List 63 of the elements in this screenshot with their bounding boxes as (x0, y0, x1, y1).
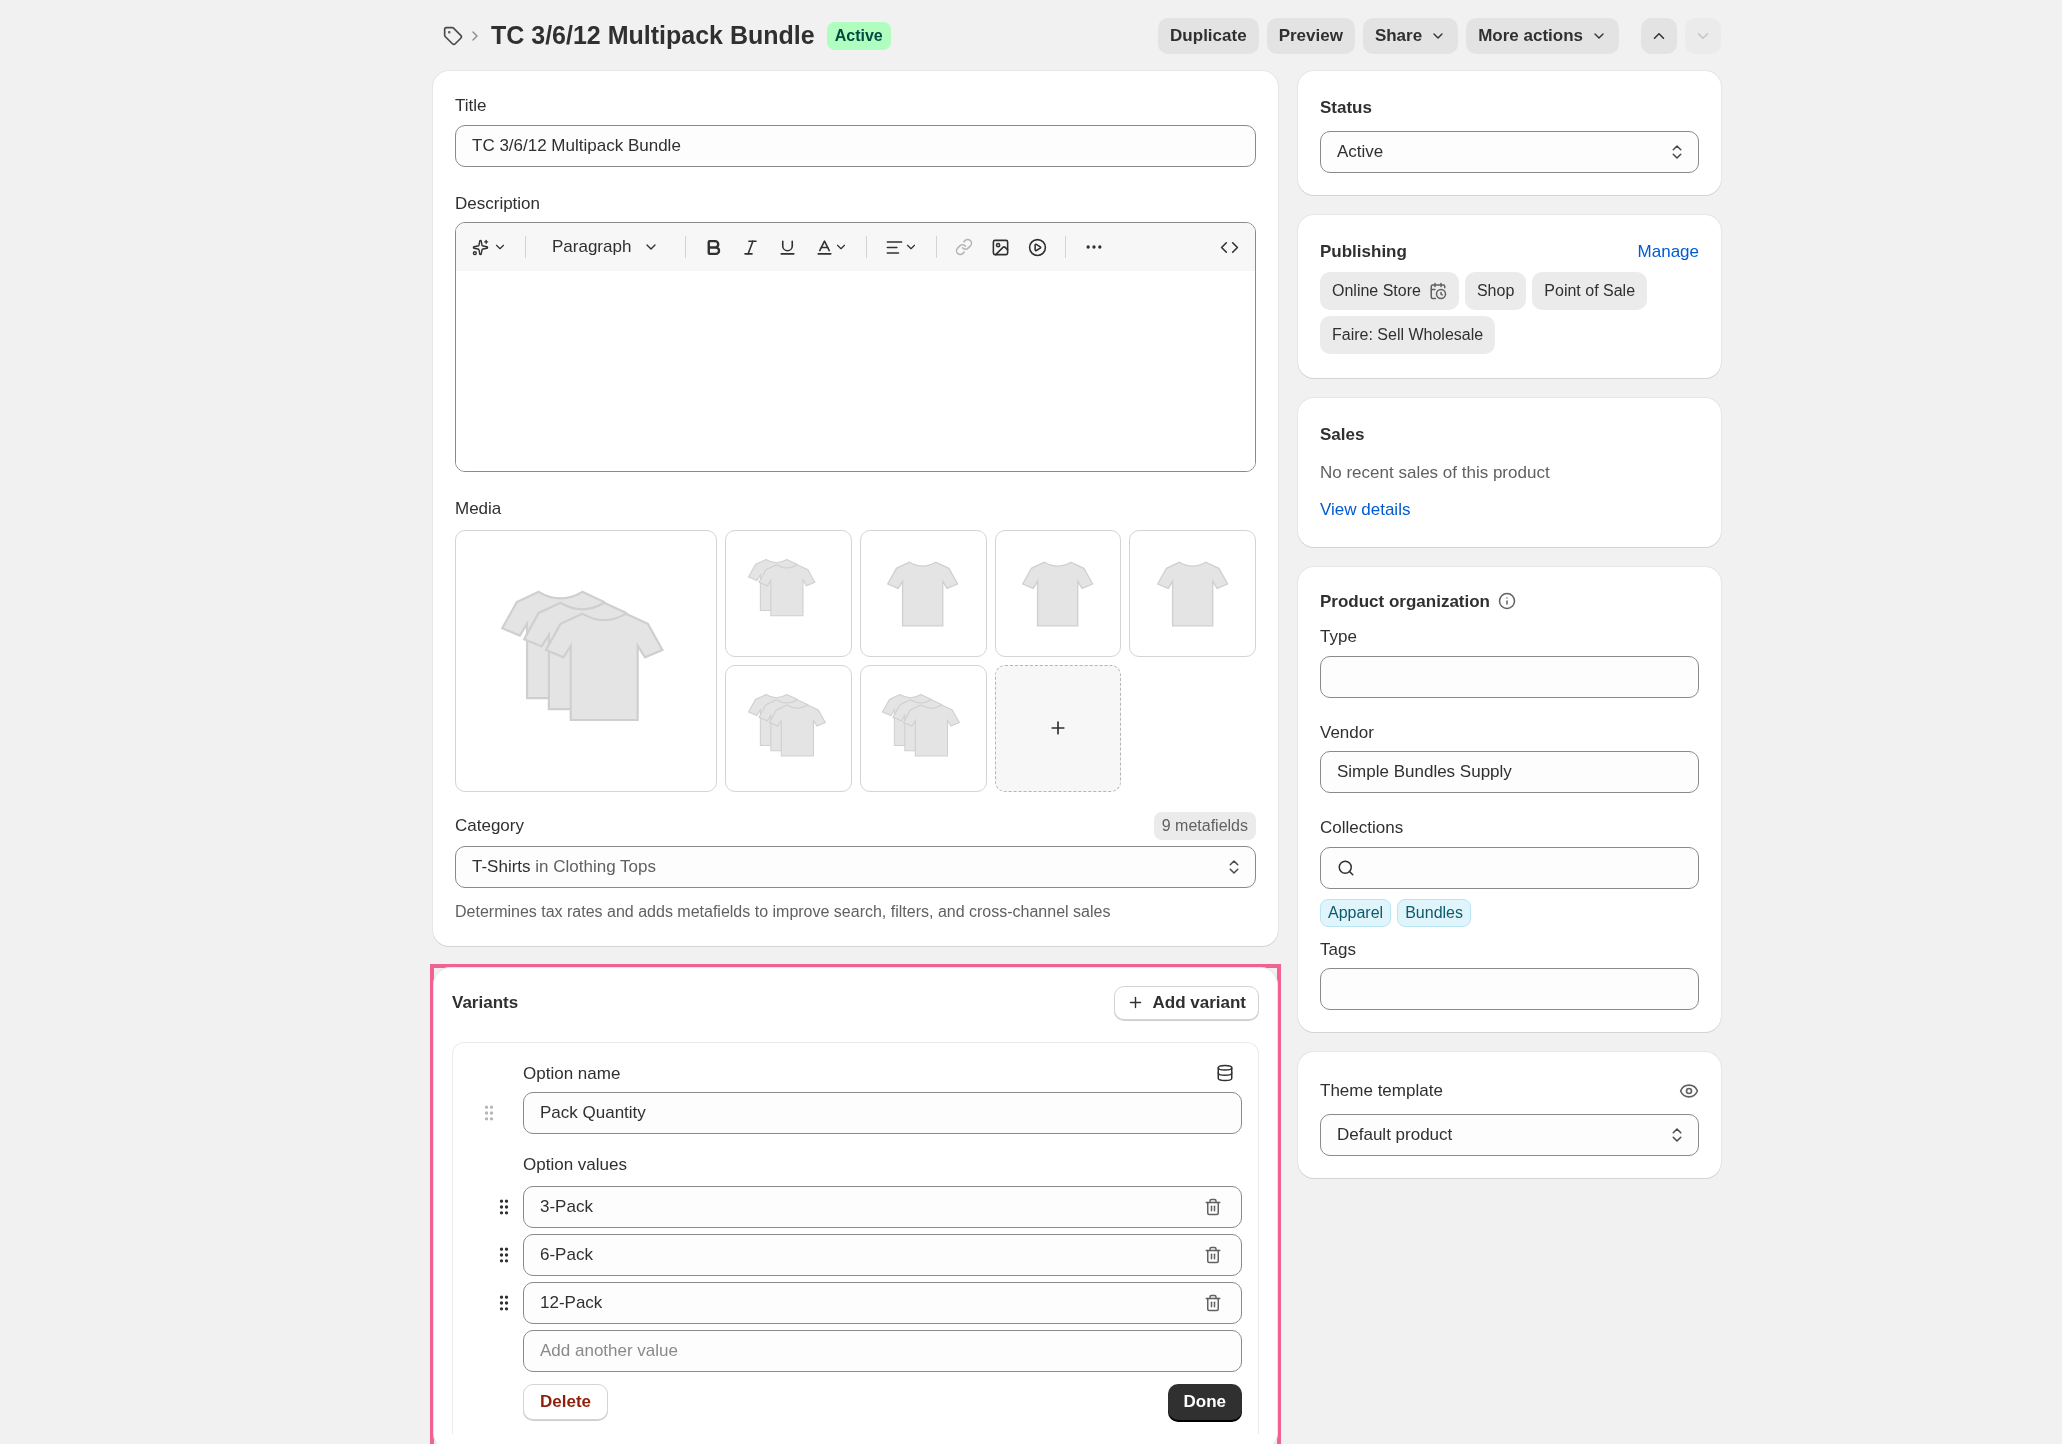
manage-link[interactable]: Manage (1637, 238, 1699, 264)
action-button[interactable]: Duplicate (1158, 18, 1259, 54)
action-button[interactable]: Preview (1266, 18, 1355, 54)
channel-badge: Faire: Sell Wholesale (1320, 316, 1496, 354)
field-label: Title (455, 95, 488, 117)
menu-button[interactable]: Share (1362, 18, 1459, 54)
product-title: TC 3/6/12 Multipack Bundle (491, 20, 815, 52)
option-value-field[interactable]: 12-Pack (523, 1281, 1242, 1324)
collection-tag[interactable]: Bundles (1397, 898, 1471, 927)
menu-button[interactable]: More actions (1466, 18, 1619, 54)
field-label: Vendor (1320, 721, 1375, 744)
field-label: Theme template (1320, 1080, 1443, 1102)
card-title: Status (1320, 97, 1373, 119)
database-icon[interactable] (1216, 1064, 1234, 1083)
magic-sparkle-button[interactable] (472, 238, 507, 256)
add-variant-button[interactable]: Add variant (1114, 985, 1259, 1020)
card-title: Product organization (1320, 590, 1490, 613)
channel-badge: Point of Sale (1532, 272, 1648, 310)
option-value-field[interactable]: 6-Pack (523, 1233, 1242, 1276)
video-icon[interactable] (1028, 237, 1048, 257)
tag-icon[interactable] (443, 26, 463, 46)
channel-badge: Shop (1464, 272, 1527, 310)
delete-icon[interactable] (1204, 1197, 1222, 1216)
card-title: Publishing (1320, 240, 1407, 263)
channel-badge: Online Store (1320, 272, 1459, 310)
category-select[interactable]: T-Shirts in Clothing Tops (455, 845, 1256, 888)
title-field[interactable]: TC 3/6/12 Multipack Bundle (455, 124, 1256, 167)
help-text: Determines tax rates and adds metafields to improve search, filters, and cross-channel sales (455, 901, 1112, 922)
field-label: Collections (1320, 817, 1405, 839)
sales-text: No recent sales of this product (1320, 461, 1551, 484)
metafields-badge: 9 metafields (1153, 811, 1256, 840)
description-editor[interactable]: Paragraph (455, 222, 1256, 472)
delete-icon[interactable] (1204, 1245, 1222, 1264)
status-badge: Active (826, 22, 891, 50)
vendor-field[interactable]: Simple Bundles Supply (1320, 751, 1699, 793)
delete-button[interactable]: Delete (523, 1383, 609, 1420)
info-icon[interactable] (1498, 592, 1516, 611)
field-label: Tags (1320, 938, 1357, 961)
option-name-field[interactable]: Pack Quantity (523, 1092, 1242, 1134)
sparkle-icon (472, 238, 489, 256)
type-field[interactable] (1320, 655, 1699, 698)
status-select[interactable]: Active (1320, 130, 1699, 173)
search-icon (1337, 858, 1355, 877)
option-value-field[interactable]: 3-Pack (523, 1185, 1242, 1228)
tags-field[interactable] (1320, 968, 1699, 1010)
field-label: Option values (523, 1154, 628, 1176)
field-label: Option name (523, 1062, 621, 1085)
paragraph-style-select[interactable]: Paragraph (544, 234, 668, 260)
image-icon[interactable] (991, 237, 1011, 257)
field-label: Description (455, 192, 542, 215)
collection-tag[interactable]: Apparel (1320, 898, 1392, 927)
option-value-field[interactable]: Add another value (523, 1329, 1242, 1372)
collections-search-field[interactable] (1320, 846, 1699, 889)
view-details-link[interactable]: View details (1320, 497, 1699, 523)
underline-icon[interactable] (778, 237, 798, 257)
field-label: Category (455, 814, 524, 837)
delete-icon[interactable] (1204, 1293, 1222, 1312)
field-label: Type (1320, 626, 1358, 648)
theme-template-select[interactable]: Default product (1320, 1113, 1699, 1156)
card-title: Sales (1320, 424, 1366, 446)
field-label: Media (455, 498, 503, 520)
done-button[interactable]: Done (1167, 1383, 1242, 1420)
card-title: Variants (452, 991, 519, 1014)
